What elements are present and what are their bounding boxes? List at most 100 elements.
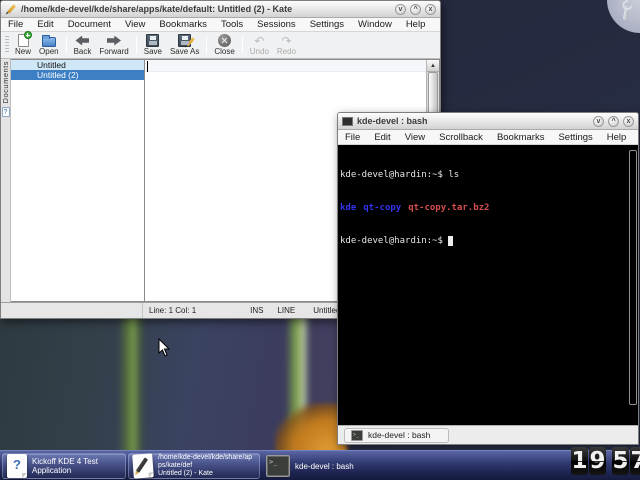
archive-entry: qt-copy.tar.bz2 [408,203,489,213]
tab-documents[interactable]: Documents [1,61,10,103]
clock-digit: 1 [571,447,588,475]
toolbar-separator [242,36,243,54]
konsole-titlebar[interactable]: kde-devel : bash v ^ x [338,113,638,130]
kickoff-launcher-button[interactable]: ? Kickoff KDE 4 Test Application [2,453,126,479]
save-button[interactable]: Save [140,33,166,57]
kate-sidebar-tabstrip: Documents ? [1,59,11,302]
wrench-icon [623,6,629,20]
kate-menu-help[interactable]: Help [399,17,433,32]
list-item-selected[interactable]: Untitled (2) [11,70,144,80]
back-button[interactable]: Back [70,33,96,57]
terminal-scrollbar[interactable] [628,145,638,425]
kate-window-title: /home/kde-devel/kde/share/apps/kate/defa… [21,4,391,14]
close-button[interactable]: x [425,4,436,15]
back-arrow-icon [75,34,90,47]
close-button[interactable]: x [623,116,634,127]
save-as-icon [177,34,192,47]
terminal-icon: >_ [351,430,363,441]
save-floppy-icon [145,34,160,47]
kate-menu-edit[interactable]: Edit [30,17,60,32]
konsole-menu-view[interactable]: View [398,130,432,145]
kate-menubar: File Edit Document View Bookmarks Tools … [1,18,440,32]
undo-button[interactable]: ↶ Undo [246,33,273,57]
kate-pencil-icon [132,453,154,478]
close-circle-icon [217,34,232,47]
close-document-button[interactable]: Close [210,33,238,57]
list-item[interactable]: Untitled [11,60,144,70]
terminal-icon: >_ [266,455,290,477]
wallpaper-photo [0,308,346,454]
clock-digit: 5 [612,447,629,475]
new-button[interactable]: New [11,33,35,57]
kate-menu-bookmarks[interactable]: Bookmarks [152,17,214,32]
forward-button[interactable]: Forward [95,33,132,57]
new-document-icon [16,34,31,47]
redo-icon: ↷ [279,34,294,47]
kate-app-icon [5,3,17,15]
clock-digit: 9 [589,447,606,475]
line-mode-indicator: LINE [271,306,301,315]
terminal-cursor [448,236,453,246]
konsole-window: kde-devel : bash v ^ x File Edit View Sc… [337,112,639,445]
kate-menu-window[interactable]: Window [351,17,399,32]
maximize-button[interactable]: ^ [608,116,619,127]
minimize-button[interactable]: v [593,116,604,127]
undo-icon: ↶ [252,34,267,47]
terminal-prompt-line: kde-devel@hardin:~$ [340,236,636,247]
open-button[interactable]: Open [35,33,63,57]
task-label: kde-devel : bash [295,462,354,471]
kate-menu-file[interactable]: File [1,17,30,32]
document-list: Untitled Untitled (2) [11,59,145,302]
kate-titlebar[interactable]: /home/kde-devel/kde/share/apps/kate/defa… [1,1,440,18]
kate-menu-document[interactable]: Document [61,17,118,32]
kate-menu-sessions[interactable]: Sessions [250,17,303,32]
forward-arrow-icon [107,34,122,47]
terminal-line: kde-devel@hardin:~$ ls [340,170,636,181]
directory-entry: kde [340,203,356,213]
konsole-menu-edit[interactable]: Edit [367,130,397,145]
digital-clock[interactable]: 1 9 5 7 [570,447,640,475]
terminal-output[interactable]: kde-devel@hardin:~$ ls kde qt-copy qt-copy… [338,145,638,425]
konsole-menubar: File Edit View Scrollback Bookmarks Sett… [338,130,638,145]
toolbar-separator [206,36,207,54]
konsole-tabbar: >_ kde-devel : bash [338,425,638,444]
text-caret [147,61,148,72]
kate-menu-view[interactable]: View [118,17,152,32]
konsole-menu-help[interactable]: Help [600,130,634,145]
document-icon[interactable]: ? [2,107,10,117]
kate-menu-tools[interactable]: Tools [214,17,250,32]
scrollbar-thumb[interactable] [629,150,637,405]
clock-digit: 7 [630,447,640,475]
taskbar-item-kate[interactable]: /home/kde-devel/kde/share/apps/kate/def … [128,453,260,479]
desktop: /home/kde-devel/kde/share/apps/kate/defa… [0,0,640,480]
konsole-window-title: kde-devel : bash [357,116,589,126]
insert-mode-indicator: INS [244,306,269,315]
directory-entry: qt-copy [363,203,401,213]
scroll-up-icon[interactable]: ▲ [427,60,439,72]
cursor-position: Line: 1 Col: 1 [143,306,202,315]
maximize-button[interactable]: ^ [410,4,421,15]
minimize-button[interactable]: v [395,4,406,15]
kate-menu-settings[interactable]: Settings [303,17,351,32]
redo-button[interactable]: ↷ Redo [273,33,300,57]
toolbar-separator [66,36,67,54]
wallpaper-stem [118,308,146,454]
save-as-button[interactable]: Save As [166,33,203,57]
task-label: Kickoff KDE 4 Test Application [32,457,121,475]
toolbar-separator [136,36,137,54]
konsole-app-icon [342,117,353,126]
plasma-toolbox-cashew[interactable] [607,0,640,33]
mouse-cursor [158,338,171,357]
task-label: /home/kde-devel/kde/share/apps/kate/def … [158,454,255,478]
konsole-menu-scrollback[interactable]: Scrollback [432,130,490,145]
konsole-menu-bookmarks[interactable]: Bookmarks [490,130,552,145]
konsole-menu-file[interactable]: File [338,130,367,145]
terminal-line: kde qt-copy qt-copy.tar.bz2 [340,203,636,214]
open-folder-icon [41,34,56,47]
konsole-menu-settings[interactable]: Settings [551,130,599,145]
taskbar-item-konsole[interactable]: >_ kde-devel : bash [262,453,364,479]
kate-toolbar: New Open Back Forward Save Save [1,32,440,59]
tab-kde-devel-bash[interactable]: >_ kde-devel : bash [344,428,449,443]
current-line-highlight [145,60,426,72]
toolbar-handle[interactable] [5,36,9,54]
